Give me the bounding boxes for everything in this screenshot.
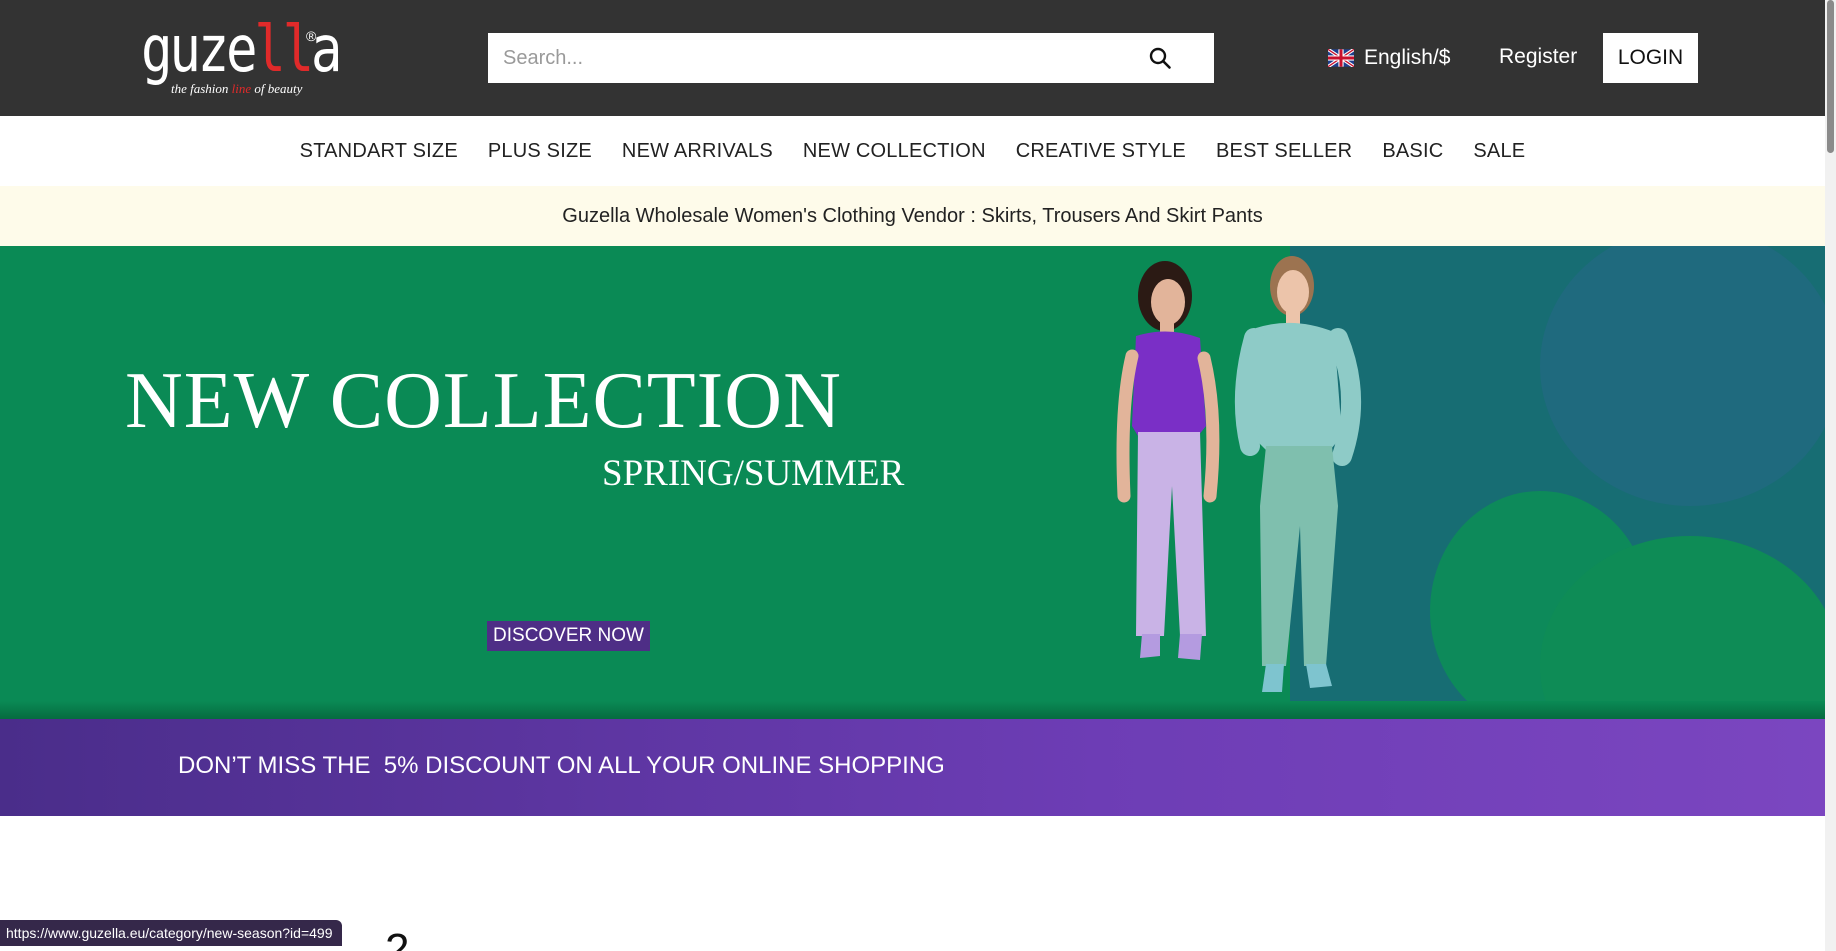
nav-item-new-collection[interactable]: NEW COLLECTION [803, 140, 986, 163]
logo-word-end: a [310, 13, 343, 87]
section-heading-partial: 2 [385, 925, 410, 951]
page: guzella ® the fashion line of beauty Eng… [0, 0, 1825, 951]
banner-floor-shadow [0, 701, 1825, 719]
tagline-accent: line [231, 81, 252, 96]
login-button[interactable]: LOGIN [1603, 33, 1698, 83]
banner-subtitle: SPRING/SUMMER [602, 453, 905, 494]
language-label: English/$ [1364, 46, 1451, 69]
search-box [488, 33, 1214, 83]
tagline-part: the fashion [171, 81, 232, 96]
registered-mark: ® [306, 28, 317, 44]
info-strip: Guzella Wholesale Women's Clothing Vendo… [0, 186, 1825, 246]
banner-promo-text: DON’T MISS THE 5% DISCOUNT ON ALL YOUR O… [178, 752, 945, 779]
models-illustration [1116, 256, 1362, 692]
logo-tagline: the fashion line of beauty [171, 81, 302, 97]
tagline-part: of beauty [251, 81, 303, 96]
guzella-logo[interactable]: guzella ® the fashion line of beauty [141, 10, 342, 104]
link-status-bar: https://www.guzella.eu/category/new-seas… [0, 920, 343, 946]
logo-word: guzella [141, 10, 343, 90]
nav-item-basic[interactable]: BASIC [1382, 140, 1443, 163]
nav-item-new-arrivals[interactable]: NEW ARRIVALS [622, 140, 773, 163]
nav-item-standart-size[interactable]: STANDART SIZE [300, 140, 458, 163]
uk-flag-icon [1328, 49, 1354, 67]
search-icon[interactable] [1148, 46, 1172, 70]
nav-item-creative-style[interactable]: CREATIVE STYLE [1016, 140, 1186, 163]
nav-item-plus-size[interactable]: PLUS SIZE [488, 140, 592, 163]
logo-word-accent: ll [254, 13, 314, 87]
info-strip-text: Guzella Wholesale Women's Clothing Vendo… [562, 204, 1263, 227]
vertical-scrollbar[interactable] [1825, 0, 1836, 951]
main-nav: STANDART SIZE PLUS SIZE NEW ARRIVALS NEW… [0, 116, 1825, 186]
logo-word-part: guze [141, 13, 258, 87]
scrollbar-thumb[interactable] [1827, 0, 1834, 153]
nav-item-sale[interactable]: SALE [1473, 140, 1525, 163]
discover-now-button[interactable]: DISCOVER NOW [487, 621, 650, 651]
status-url: https://www.guzella.eu/category/new-seas… [6, 925, 333, 941]
top-bar: guzella ® the fashion line of beauty Eng… [0, 0, 1825, 116]
language-currency-selector[interactable]: English/$ [1328, 42, 1450, 74]
hero-banner[interactable]: NEW COLLECTION SPRING/SUMMER DISCOVER NO… [0, 246, 1825, 816]
search-input[interactable] [488, 33, 1143, 83]
nav-item-best-seller[interactable]: BEST SELLER [1216, 140, 1352, 163]
register-link[interactable]: Register [1499, 45, 1577, 69]
banner-title: NEW COLLECTION [125, 357, 842, 445]
